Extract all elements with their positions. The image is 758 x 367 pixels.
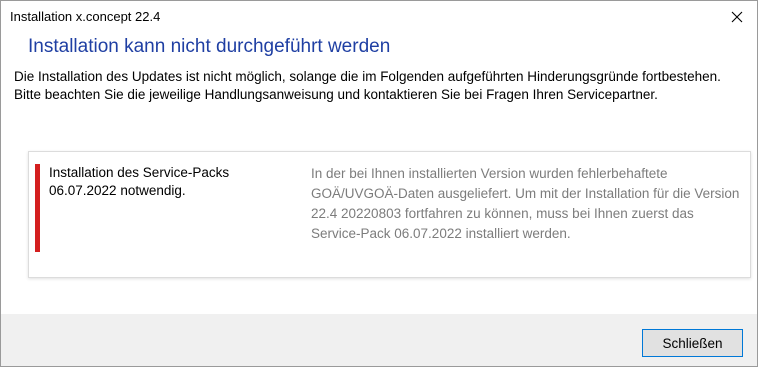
- reason-status-bar: [35, 164, 40, 252]
- close-icon: [731, 11, 743, 23]
- reason-card: Installation des Service-Packs 06.07.202…: [28, 151, 751, 278]
- dialog-heading: Installation kann nicht durchgeführt wer…: [28, 36, 391, 57]
- reason-detail: In der bei Ihnen installierten Version w…: [311, 166, 740, 241]
- close-button[interactable]: Schließen: [642, 329, 743, 357]
- dialog-description: Die Installation des Updates ist nicht m…: [14, 69, 721, 102]
- window-title: Installation x.concept 22.4: [10, 9, 161, 24]
- title-bar: Installation x.concept 22.4: [1, 1, 757, 33]
- reason-title: Installation des Service-Packs 06.07.202…: [49, 165, 230, 198]
- dialog-footer: Schließen: [1, 314, 757, 366]
- close-window-button[interactable]: [717, 1, 757, 33]
- installer-dialog: Installation x.concept 22.4 Installation…: [0, 0, 758, 367]
